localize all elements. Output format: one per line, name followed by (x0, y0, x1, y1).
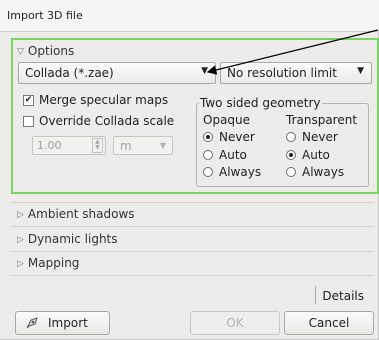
scale-value: 1.00 (37, 139, 62, 152)
transparent-radio-auto[interactable]: Auto (286, 148, 330, 162)
opaque-label: Opaque (203, 113, 251, 127)
scale-unit-value: m (120, 139, 132, 153)
radio-icon (203, 167, 213, 177)
ambient-shadows-expander[interactable]: ▷ Ambient shadows (17, 207, 135, 221)
opaque-radio-always[interactable]: Always (203, 165, 261, 179)
mapping-expander[interactable]: ▷ Mapping (17, 256, 79, 270)
radio-label: Auto (219, 148, 247, 162)
ambient-shadows-label: Ambient shadows (27, 207, 135, 221)
transparent-label: Transparent (286, 113, 358, 127)
scale-spinbox[interactable]: 1.00 ▲ ▼ (32, 136, 106, 155)
import-label: Import (48, 316, 88, 330)
spin-arrows-icon[interactable]: ▲ ▼ (92, 138, 103, 153)
radio-icon (286, 132, 296, 142)
opaque-radio-auto[interactable]: Auto (203, 148, 247, 162)
chevron-right-icon: ▷ (17, 235, 24, 245)
chevron-right-icon: ▷ (17, 259, 24, 269)
transparent-radio-always[interactable]: Always (286, 165, 344, 179)
radio-label: Never (302, 130, 338, 144)
separator (11, 251, 374, 252)
override-scale-checkbox[interactable]: Override Collada scale (23, 114, 174, 128)
ok-button[interactable]: OK (190, 311, 280, 335)
separator (11, 226, 374, 227)
cancel-button[interactable]: Cancel (284, 311, 374, 335)
import-button[interactable]: Import (15, 311, 110, 335)
separator (11, 275, 374, 276)
checkbox-empty-icon (23, 115, 34, 127)
radio-label: Auto (302, 148, 330, 162)
scale-unit-combo[interactable]: m ▼ (113, 136, 173, 155)
dropdown-arrow-icon: ▼ (159, 141, 166, 150)
override-scale-label: Override Collada scale (39, 114, 175, 128)
dynamic-lights-expander[interactable]: ▷ Dynamic lights (17, 232, 118, 246)
radio-selected-icon (203, 132, 213, 142)
dynamic-lights-label: Dynamic lights (27, 232, 118, 246)
transparent-radio-never[interactable]: Never (286, 130, 338, 144)
radio-label: Never (219, 130, 255, 144)
separator (11, 202, 374, 203)
mapping-label: Mapping (27, 256, 80, 270)
annotation-arrow (206, 29, 379, 75)
radio-icon (203, 150, 213, 160)
radio-icon (286, 167, 296, 177)
ok-label: OK (226, 316, 244, 330)
details-button[interactable]: Details (322, 289, 364, 303)
details-divider (315, 286, 316, 304)
import-dialog: Import 3D file ▽ Options Collada (*.zae) … (0, 0, 379, 340)
opaque-radio-never[interactable]: Never (203, 130, 255, 144)
chevron-right-icon: ▷ (17, 210, 24, 220)
radio-selected-icon (286, 150, 296, 160)
radio-label: Always (219, 165, 262, 179)
cancel-label: Cancel (308, 316, 350, 330)
radio-label: Always (302, 165, 345, 179)
import-icon (26, 317, 38, 329)
